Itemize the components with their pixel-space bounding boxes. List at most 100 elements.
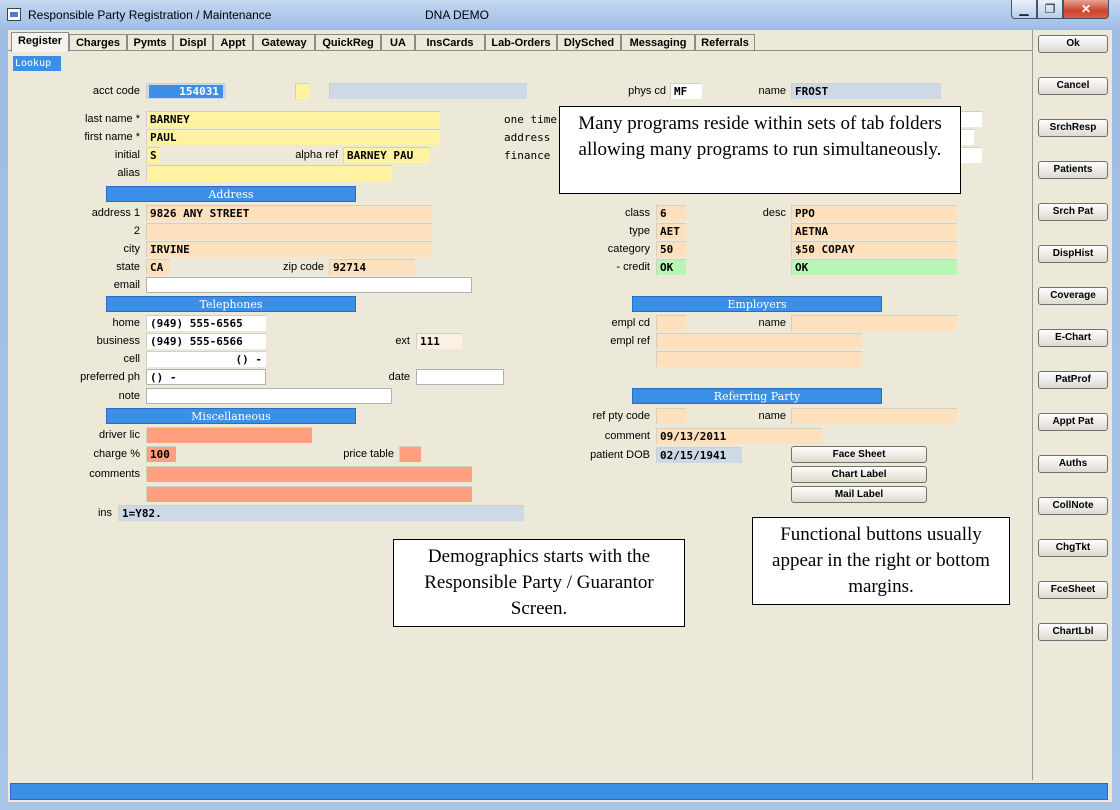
initial-field[interactable]: S [146, 147, 160, 163]
employer-name-field[interactable] [791, 315, 957, 331]
alpha-ref-field[interactable]: BARNEY PAU [343, 147, 429, 163]
date-field[interactable] [416, 369, 504, 385]
alias-field[interactable] [146, 165, 392, 181]
one-time-field[interactable] [958, 111, 982, 127]
e-chart-button[interactable]: E-Chart [1038, 329, 1108, 347]
first-name-field[interactable]: PAUL [146, 129, 440, 145]
maximize-button[interactable]: ❐ [1037, 0, 1063, 19]
collnote-button[interactable]: CollNote [1038, 497, 1108, 515]
tab-appt[interactable]: Appt [213, 34, 253, 51]
tab-referrals[interactable]: Referrals [695, 34, 755, 51]
tab-gateway[interactable]: Gateway [253, 34, 315, 51]
phys-cd-field[interactable]: MF [670, 83, 702, 99]
email-field[interactable] [146, 277, 472, 293]
srch-pat-button[interactable]: Srch Pat [1038, 203, 1108, 221]
class-field[interactable]: 6 [656, 205, 686, 221]
credit-label: - credit [616, 261, 650, 273]
credit-field[interactable]: OK [656, 259, 686, 275]
finance-label: finance [504, 149, 551, 162]
tab-inscards[interactable]: InsCards [415, 34, 485, 51]
close-button[interactable]: ✕ [1063, 0, 1109, 19]
patprof-button[interactable]: PatProf [1038, 371, 1108, 389]
zip-field[interactable]: 92714 [329, 259, 415, 275]
fcesheet-button[interactable]: FceSheet [1038, 581, 1108, 599]
city-field[interactable]: IRVINE [146, 241, 432, 257]
first-name-label: first name * [84, 131, 140, 143]
ext-label: ext [395, 335, 410, 347]
coverage-button[interactable]: Coverage [1038, 287, 1108, 305]
ref-pty-code-field[interactable] [656, 408, 686, 424]
empl-ref-label: empl ref [610, 335, 650, 347]
patients-button[interactable]: Patients [1038, 161, 1108, 179]
business-phone-field[interactable]: (949) 555-6566 [146, 333, 266, 349]
empl-ref-field-2[interactable] [656, 351, 862, 367]
acct-code-field[interactable]: 154031 [146, 83, 226, 99]
chgtkt-button[interactable]: ChgTkt [1038, 539, 1108, 557]
tab-lab-orders[interactable]: Lab-Orders [485, 34, 557, 51]
finance-field[interactable] [958, 147, 982, 163]
type-label: type [629, 225, 650, 237]
tab-messaging[interactable]: Messaging [621, 34, 695, 51]
ok-button[interactable]: Ok [1038, 35, 1108, 53]
business-phone-label: business [96, 335, 140, 347]
patient-dob-field[interactable]: 02/15/1941 [656, 447, 742, 463]
tab-register[interactable]: Register [11, 32, 69, 52]
comments-field-2[interactable] [146, 486, 472, 502]
face-sheet-button[interactable]: Face Sheet [791, 446, 927, 463]
comments-field-1[interactable] [146, 466, 472, 482]
acct-flag-field[interactable] [295, 83, 309, 99]
cell-phone-field[interactable]: () - [146, 351, 266, 367]
auths-button[interactable]: Auths [1038, 455, 1108, 473]
comment-field[interactable]: 09/13/2011 [656, 428, 822, 444]
ins-field[interactable]: 1=Y82. [118, 505, 524, 521]
address1-field[interactable]: 9826 ANY STREET [146, 205, 432, 221]
appt-pat-button[interactable]: Appt Pat [1038, 413, 1108, 431]
cancel-button[interactable]: Cancel [1038, 77, 1108, 95]
minimize-button[interactable]: ▁ [1011, 0, 1037, 19]
acct-code-label: acct code [92, 85, 140, 97]
preferred-phone-field[interactable]: () - [146, 369, 266, 385]
phys-name-field[interactable]: FROST [791, 83, 941, 99]
note-field[interactable] [146, 388, 392, 404]
empl-cd-field[interactable] [656, 315, 686, 331]
disphist-button[interactable]: DispHist [1038, 245, 1108, 263]
state-field[interactable]: CA [146, 259, 170, 275]
type-field[interactable]: AET [656, 223, 686, 239]
tab-quickreg[interactable]: QuickReg [315, 34, 381, 51]
desc-field[interactable]: PPO [791, 205, 957, 221]
window-title: Responsible Party Registration / Mainten… [28, 8, 272, 22]
tab-divider [8, 50, 1032, 51]
referring-party-section-header: Referring Party [632, 388, 882, 404]
lookup-button[interactable]: Lookup [13, 56, 61, 71]
initial-label: initial [114, 149, 140, 161]
tab-dlysched[interactable]: DlySched [557, 34, 621, 51]
app-window: Responsible Party Registration / Mainten… [0, 0, 1120, 810]
address2-label: 2 [133, 225, 140, 237]
charge-percent-field[interactable]: 100 [146, 446, 176, 462]
tab-pymts[interactable]: Pymts [127, 34, 173, 51]
empl-ref-field[interactable] [656, 333, 862, 349]
srchresp-button[interactable]: SrchResp [1038, 119, 1108, 137]
chart-label-button[interactable]: Chart Label [791, 466, 927, 483]
price-table-label: price table [343, 448, 394, 460]
status-bar-fill [10, 783, 1108, 800]
phys-name-label: name [758, 85, 786, 97]
home-phone-field[interactable]: (949) 555-6565 [146, 315, 266, 331]
ext-field[interactable]: 111 [416, 333, 462, 349]
patient-dob-label: patient DOB [590, 449, 650, 461]
category-field[interactable]: 50 [656, 241, 686, 257]
tab-ua[interactable]: UA [381, 34, 415, 51]
alpha-ref-label: alpha ref [295, 149, 338, 161]
acct-name-field[interactable] [329, 83, 527, 99]
ref-name-field[interactable] [791, 408, 957, 424]
right-button-panel: Ok Cancel SrchResp Patients Srch Pat Dis… [1032, 30, 1112, 780]
last-name-field[interactable]: BARNEY [146, 111, 440, 127]
mail-label-button[interactable]: Mail Label [791, 486, 927, 503]
price-table-field[interactable] [399, 446, 421, 462]
cell-phone-label: cell [123, 353, 140, 365]
chartlbl-button[interactable]: ChartLbl [1038, 623, 1108, 641]
tab-charges[interactable]: Charges [69, 34, 127, 51]
driver-lic-field[interactable] [146, 427, 312, 443]
address2-field[interactable] [146, 223, 432, 239]
tab-displ[interactable]: Displ [173, 34, 213, 51]
